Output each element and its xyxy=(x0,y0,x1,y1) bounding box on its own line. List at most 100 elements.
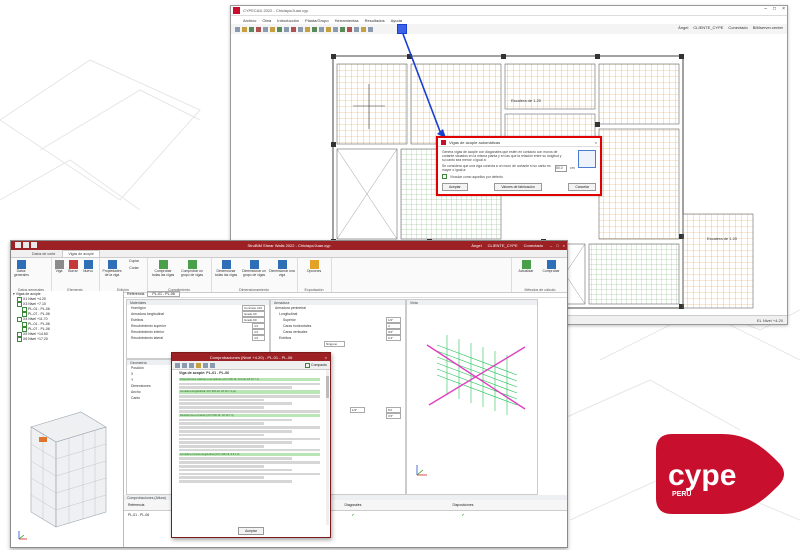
tool-icon[interactable] xyxy=(368,26,373,32)
beam-properties-button[interactable]: Propiedades de la viga xyxy=(101,260,123,278)
properties-icon xyxy=(107,260,117,269)
tool-icon[interactable] xyxy=(291,26,296,32)
tab-coupling-beams[interactable]: Vigas de acople xyxy=(62,250,100,257)
close-icon[interactable]: × xyxy=(563,243,565,248)
cut-button[interactable]: Cortar xyxy=(125,266,143,271)
check-line: Armadura mínima longitudinal (ACI 318-19… xyxy=(179,452,320,457)
check-group-button[interactable]: Comprobar un grupo de vigas xyxy=(179,260,205,278)
page-icon[interactable] xyxy=(210,362,215,368)
print-icon[interactable] xyxy=(175,362,180,368)
text-line xyxy=(179,461,320,464)
text-line xyxy=(179,382,320,386)
tool-icon[interactable] xyxy=(312,26,317,32)
accept-button[interactable]: Aceptar xyxy=(442,183,468,191)
tool-icon[interactable] xyxy=(235,26,240,32)
update-button[interactable]: Actualizar xyxy=(516,260,536,274)
report-scrollbar[interactable] xyxy=(326,370,329,525)
menu-item[interactable]: Introducción xyxy=(277,18,299,23)
design-all-button[interactable]: Dimensionar todas las vigas xyxy=(213,260,239,278)
maximize-icon[interactable]: □ xyxy=(556,243,558,248)
design-one-button[interactable]: Dimensionar una viga xyxy=(269,260,295,278)
text-line xyxy=(179,472,320,476)
default-checkbox[interactable] xyxy=(442,174,447,179)
building-3d-view[interactable] xyxy=(11,367,124,547)
compact-toggle[interactable]: Compacto xyxy=(305,362,327,368)
menu-item[interactable]: Planta/Grupo xyxy=(305,18,329,23)
tool-icon[interactable] xyxy=(298,26,303,32)
cover-side-input[interactable]: 4.0 xyxy=(252,335,265,341)
ratio-input[interactable]: 50.0 xyxy=(555,164,567,172)
tool-icon[interactable] xyxy=(333,26,338,32)
tool-icon[interactable] xyxy=(354,26,359,32)
close-icon[interactable]: × xyxy=(325,355,327,360)
minimize-icon[interactable]: – xyxy=(764,6,767,12)
tool-icon[interactable] xyxy=(340,26,345,32)
report-heading: Viga de acople: PL-01 - PL-06 xyxy=(179,371,230,375)
license-name[interactable]: CLIENTE_CYPE xyxy=(693,25,723,30)
new-button[interactable]: Nuevo xyxy=(81,260,95,274)
rebar-3d-view[interactable]: Vista xyxy=(406,299,538,495)
general-data-button[interactable]: Datos generales xyxy=(14,260,29,278)
close-icon[interactable]: × xyxy=(782,6,785,12)
user-name[interactable]: Ángel xyxy=(471,243,481,248)
user-name[interactable]: Ángel xyxy=(678,25,688,30)
compact-checkbox[interactable] xyxy=(305,362,311,368)
delete-icon xyxy=(68,260,78,269)
minimize-icon[interactable]: – xyxy=(550,243,552,248)
connection-status: Conectado xyxy=(523,243,543,248)
tool-icon[interactable] xyxy=(305,26,310,32)
menu-item[interactable]: Obra xyxy=(262,18,271,23)
bimserver-link[interactable]: BIMserver.center xyxy=(753,25,783,30)
tool-icon[interactable] xyxy=(347,26,352,32)
menu-item[interactable]: Archivo xyxy=(243,18,256,23)
tool-icon[interactable] xyxy=(326,26,331,32)
tool-icon[interactable] xyxy=(361,26,366,32)
license-name[interactable]: CLIENTE_CYPE xyxy=(488,243,518,248)
tool-icon[interactable] xyxy=(256,26,261,32)
tab-shear-data[interactable]: Datos de corte xyxy=(27,251,60,257)
design-group-button[interactable]: Dimensionar un grupo de vigas xyxy=(241,260,267,278)
coupling-beam-tool-icon[interactable] xyxy=(397,24,407,34)
check-all-button[interactable]: Comprobar todas las vigas xyxy=(151,260,175,278)
dialog-body: Genera vigas de acople con diagonales qu… xyxy=(438,147,600,182)
check-button[interactable]: Comprobar xyxy=(540,260,562,274)
menu-item[interactable]: Ayuda xyxy=(391,18,402,23)
zoom-out-icon[interactable] xyxy=(189,362,194,368)
zoom-in-icon[interactable] xyxy=(182,362,187,368)
search-icon[interactable] xyxy=(203,362,208,368)
coupling-beam-dialog: Vigas de acople automáticas × Genera vig… xyxy=(436,136,602,196)
check-line: Resistencia a cortante (ACI 318-19, 18.1… xyxy=(179,413,320,418)
logo-sub: PERÚ xyxy=(672,489,691,498)
ribbon-group-export: Opciones Exportación xyxy=(297,258,332,292)
tree-item[interactable]: X6 Nivel +17.20 xyxy=(13,336,121,342)
beam-button[interactable]: Viga xyxy=(53,260,65,274)
none-select[interactable]: Ninguno xyxy=(324,341,345,347)
tool-icon[interactable] xyxy=(242,26,247,32)
cypecad-title: CYPECAD 2022 - Chiclayo/Juan.cyp xyxy=(243,8,309,13)
tool-icon[interactable] xyxy=(263,26,268,32)
text-line xyxy=(179,394,320,398)
tool-icon[interactable] xyxy=(277,26,282,32)
reference-select[interactable]: PL-01 - PL-06 xyxy=(147,291,180,297)
maximize-icon[interactable]: □ xyxy=(773,6,776,12)
delete-button[interactable]: Borrar xyxy=(67,260,79,274)
copy-button[interactable]: Copiar xyxy=(125,259,143,264)
rebar-row: Ninguno xyxy=(271,341,405,347)
accept-button[interactable]: Aceptar xyxy=(238,527,264,535)
options-button[interactable]: Opciones xyxy=(303,260,325,274)
text-line xyxy=(179,426,320,429)
export-icon[interactable] xyxy=(196,362,201,368)
tool-icon[interactable] xyxy=(249,26,254,32)
tool-icon[interactable] xyxy=(319,26,324,32)
defaults-button[interactable]: Valores de fabricación xyxy=(494,183,542,191)
tool-icon[interactable] xyxy=(284,26,289,32)
menu-item[interactable]: Herramientas xyxy=(335,18,359,23)
cancel-button[interactable]: Cancelar xyxy=(568,183,596,191)
text-line xyxy=(179,457,292,461)
diagonal-size-select[interactable]: 3.5" xyxy=(386,413,401,419)
tool-icon[interactable] xyxy=(270,26,275,32)
selected-beam-marker xyxy=(39,437,47,442)
close-icon[interactable]: × xyxy=(595,140,597,145)
ribbon-group-edit: Propiedades de la viga Copiar Cortar Edi… xyxy=(99,258,148,292)
menu-item[interactable]: Resultados xyxy=(365,18,385,23)
